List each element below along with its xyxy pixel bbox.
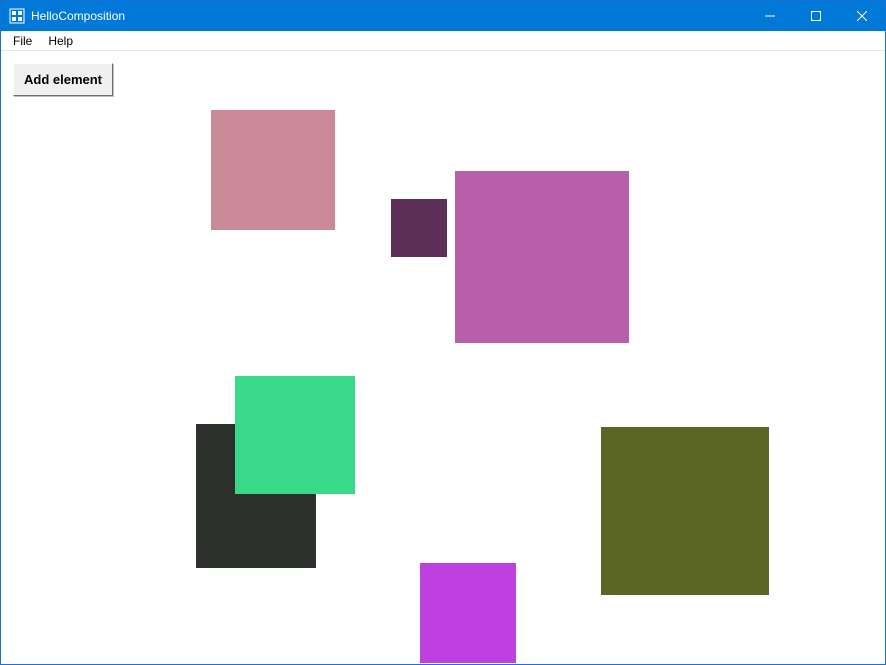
titlebar[interactable]: HelloComposition xyxy=(1,1,885,31)
add-element-button[interactable]: Add element xyxy=(13,63,113,96)
menu-help[interactable]: Help xyxy=(40,32,81,50)
menubar: File Help xyxy=(1,31,885,51)
app-icon xyxy=(9,8,25,24)
square-magenta xyxy=(420,563,516,663)
minimize-button[interactable] xyxy=(747,1,793,31)
window-title: HelloComposition xyxy=(31,9,125,23)
square-olive xyxy=(601,427,769,595)
square-darkpurple xyxy=(391,199,447,257)
maximize-button[interactable] xyxy=(793,1,839,31)
app-window: HelloComposition File Help Add element xyxy=(0,0,886,665)
canvas-area: Add element xyxy=(1,51,885,664)
close-button[interactable] xyxy=(839,1,885,31)
menu-file[interactable]: File xyxy=(5,32,40,50)
square-pink xyxy=(211,110,335,230)
square-green xyxy=(235,376,355,494)
square-orchid xyxy=(455,171,629,343)
